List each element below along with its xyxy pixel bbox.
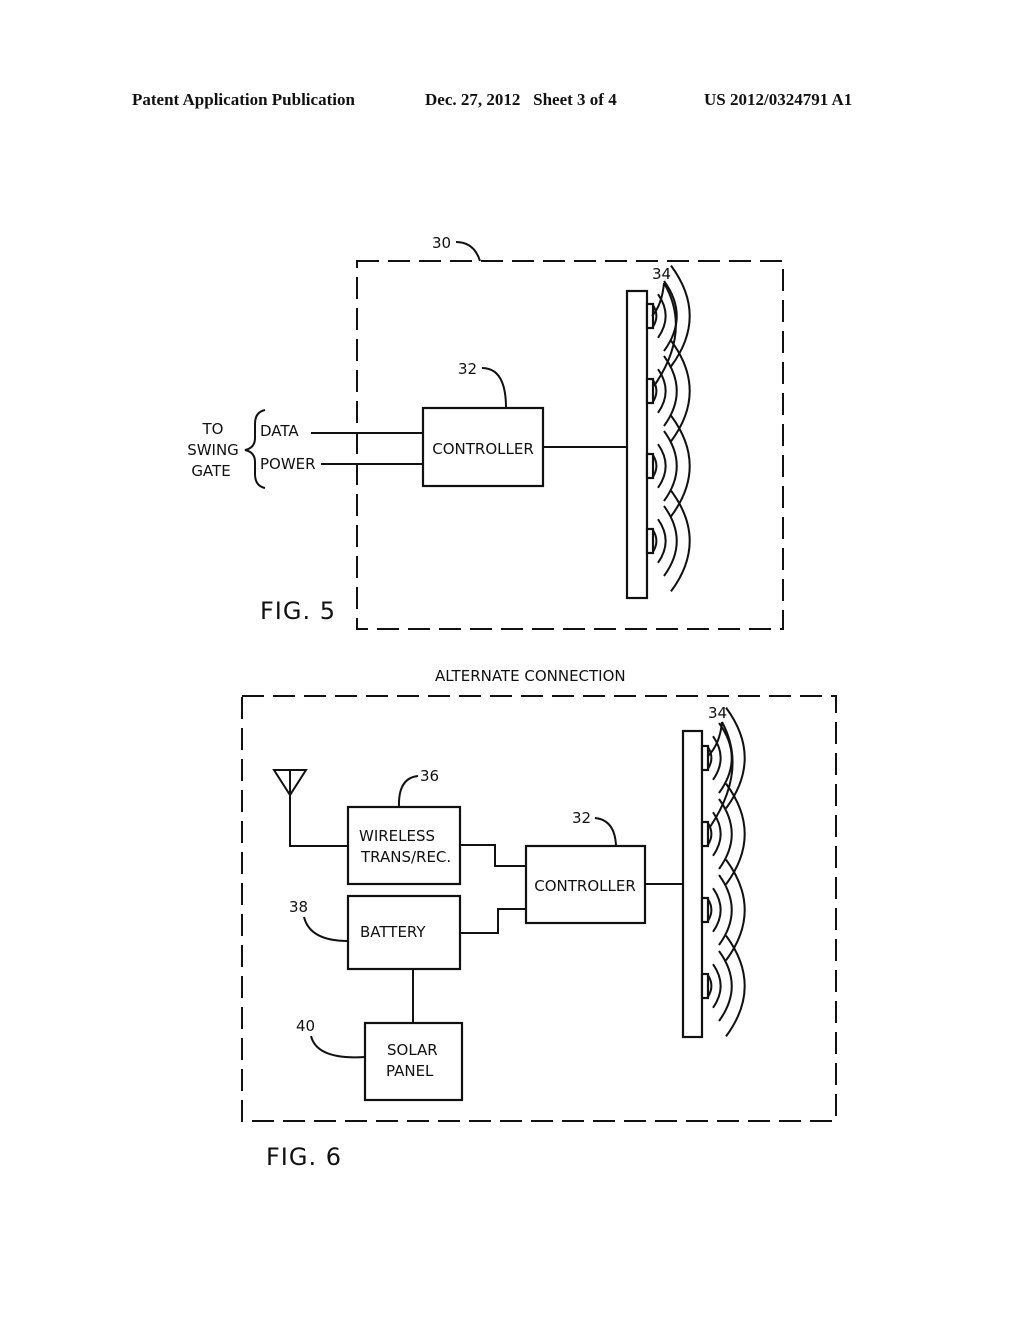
antenna-icon [272,769,348,847]
signal-wave-icon [712,963,722,1009]
fig6-emitter-strip [681,729,704,1039]
fig6-wireless-leader [397,775,419,808]
signal-wave-icon [712,887,722,933]
fig6-caption: FIG. 6 [266,1143,342,1171]
signal-wave-icon [725,707,746,809]
figure-6: ALTERNATE CONNECTION WIRELESS TRANS/REC.… [241,667,837,1171]
emitter [645,340,691,442]
signal-wave-icon [725,859,746,961]
signal-wave-icon [657,518,667,564]
fig6-title: ALTERNATE CONNECTION [435,667,626,685]
signal-wave-icon [657,368,667,414]
fig5-swing-label: SWING [187,441,239,459]
signal-wave-icon [670,490,691,592]
fig5-gate-label: GATE [191,462,230,480]
fig5-caption: FIG. 5 [260,597,336,625]
emitter [700,783,746,885]
signal-wave-icon [670,415,691,517]
fig6-wireless-box [346,805,462,886]
fig6-wireless-label-2: TRANS/REC. [360,848,451,866]
fig5-emitter-strip [625,289,649,600]
emitter [645,415,691,517]
fig6-solar-label-1: SOLAR [387,1041,438,1059]
fig6-solar-label-2: PANEL [386,1062,434,1080]
fig6-battery-controller-line [460,908,526,934]
fig5-to-label: TO [202,420,224,438]
fig6-wireless-label-1: WIRELESS [359,827,435,845]
signal-wave-icon [725,935,746,1037]
emitter [700,935,746,1037]
fig6-controller-label: CONTROLLER [534,877,636,895]
fig6-wireless-ref: 36 [420,767,439,785]
fig5-controller-leader [481,367,507,409]
signal-wave-icon [657,293,667,339]
fig6-battery-label: BATTERY [360,923,426,941]
fig6-emitters-ref: 34 [708,704,727,722]
signal-wave-icon [657,443,667,489]
fig5-enclosure-leader [455,241,481,262]
signal-wave-icon [725,783,746,885]
fig6-solar-leader [310,1035,366,1059]
fig5-enclosure-ref: 30 [432,234,451,252]
fig6-emitters [700,707,746,1037]
fig5-enclosure [356,260,784,630]
fig6-controller-ref: 32 [572,809,591,827]
fig5-emitters-ref: 34 [652,265,671,283]
emitter [645,490,691,592]
fig5-controller-ref: 32 [458,360,477,378]
patent-drawing: 30 CONTROLLER 32 TO SWING GATE DATA POWE… [187,234,837,1171]
fig5-data-label: DATA [260,422,299,440]
fig6-controller-leader [594,817,617,847]
signal-wave-icon [670,265,691,367]
fig6-solar-ref: 40 [296,1017,315,1035]
figure-5: 30 CONTROLLER 32 TO SWING GATE DATA POWE… [187,234,784,630]
signal-wave-icon [670,340,691,442]
fig5-controller-label: CONTROLLER [432,440,534,458]
fig6-wireless-controller-line [460,844,526,867]
fig6-battery-leader [303,916,349,942]
fig6-battery-ref: 38 [289,898,308,916]
emitter [700,859,746,961]
fig5-power-label: POWER [260,455,316,473]
